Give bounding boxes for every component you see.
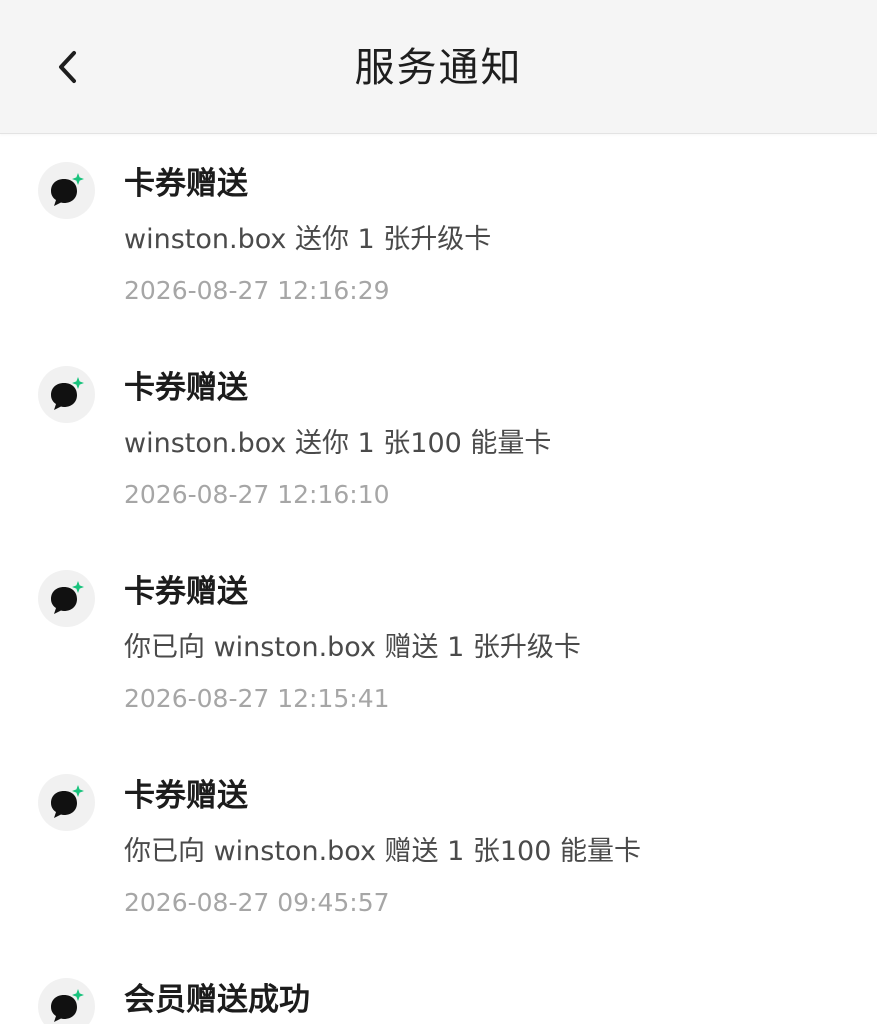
notification-timestamp: 2026-08-27 12:16:29 <box>124 276 390 305</box>
notification-item[interactable]: 卡券赠送 你已向 winston.box 赠送 1 张升级卡 2026-08-2… <box>0 542 877 746</box>
avatar <box>38 978 95 1024</box>
notification-timestamp: 2026-08-27 12:15:41 <box>124 684 390 713</box>
notification-item[interactable]: 卡券赠送 winston.box 送你 1 张升级卡 2026-08-27 12… <box>0 134 877 338</box>
notification-title: 卡券赠送 <box>124 778 248 814</box>
notification-message: 你已向 winston.box 赠送 1 张升级卡 <box>124 632 581 663</box>
notification-timestamp: 2026-08-27 09:45:57 <box>124 888 390 917</box>
notification-timestamp: 2026-08-27 12:16:10 <box>124 480 390 509</box>
chat-bubble-sparkle-icon <box>50 580 84 614</box>
notification-item[interactable]: 卡券赠送 你已向 winston.box 赠送 1 张100 能量卡 2026-… <box>0 746 877 950</box>
notification-item[interactable]: 卡券赠送 winston.box 送你 1 张100 能量卡 2026-08-2… <box>0 338 877 542</box>
avatar <box>38 162 95 219</box>
notification-title: 卡券赠送 <box>124 166 248 202</box>
avatar <box>38 570 95 627</box>
chat-bubble-sparkle-icon <box>50 784 84 818</box>
notification-title: 会员赠送成功 <box>124 982 310 1018</box>
avatar <box>38 366 95 423</box>
notification-item[interactable]: 会员赠送成功 <box>0 950 877 1024</box>
chat-bubble-sparkle-icon <box>50 988 84 1022</box>
header-bar: 服务通知 <box>0 0 877 134</box>
notification-message: winston.box 送你 1 张100 能量卡 <box>124 428 552 459</box>
notification-title: 卡券赠送 <box>124 574 248 610</box>
page-title: 服务通知 <box>354 45 523 91</box>
notification-message: 你已向 winston.box 赠送 1 张100 能量卡 <box>124 836 641 867</box>
chat-bubble-sparkle-icon <box>50 172 84 206</box>
notification-title: 卡券赠送 <box>124 370 248 406</box>
chat-bubble-sparkle-icon <box>50 376 84 410</box>
notification-message: winston.box 送你 1 张升级卡 <box>124 224 492 255</box>
avatar <box>38 774 95 831</box>
